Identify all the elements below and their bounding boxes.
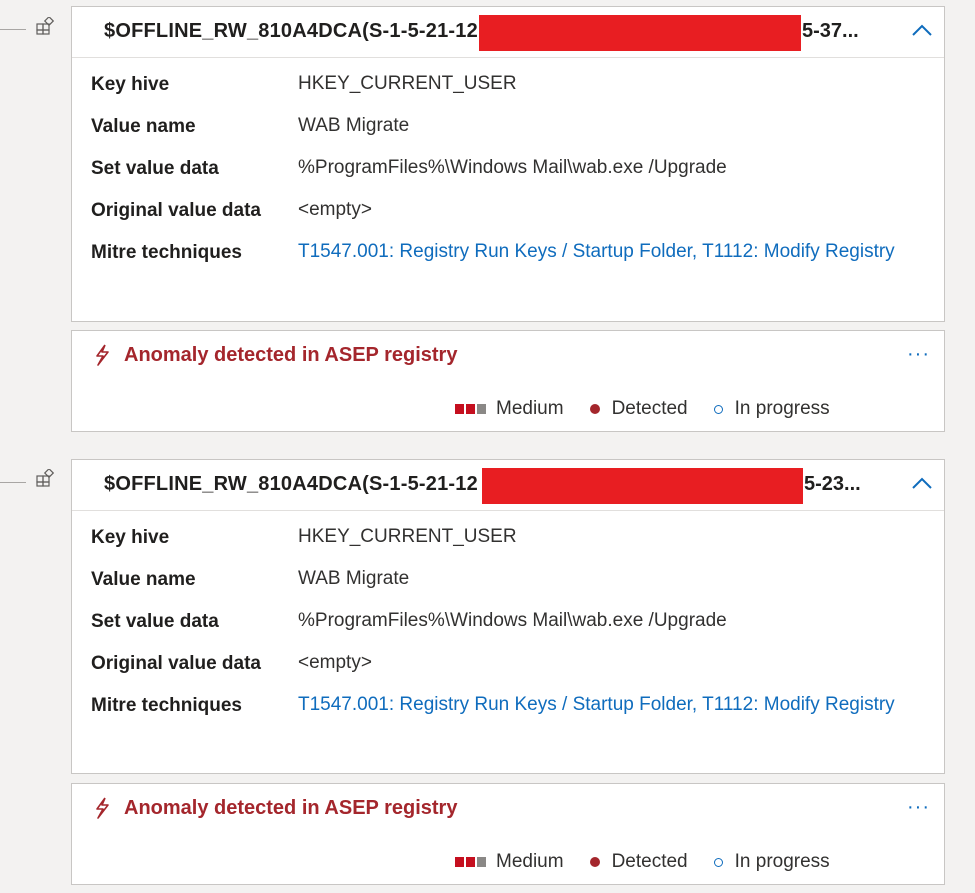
property-row: Set value data %ProgramFiles%\Windows Ma… [72,605,944,647]
property-label: Original value data [91,200,261,221]
property-value: WAB Migrate [298,115,410,136]
property-label: Mitre techniques [91,695,242,716]
property-label: Value name [91,569,196,590]
lightning-icon [96,344,109,366]
card-title: $OFFLINE_RW_810A4DCA(S-1-5-21-12 [104,20,478,42]
property-value: HKEY_CURRENT_USER [298,73,517,94]
card-title-suffix: 5-37... [802,20,859,42]
severity-label: Medium [496,851,564,872]
property-value: %ProgramFiles%\Windows Mail\wab.exe /Upg… [298,610,727,631]
property-row: Key hive HKEY_CURRENT_USER [72,68,944,110]
alert-card[interactable]: Anomaly detected in ASEP registry ··· Me… [71,330,945,432]
alert-status-row: Medium Detected In progress [455,849,830,875]
property-label: Value name [91,116,196,137]
property-label: Key hive [91,74,170,95]
card-header[interactable]: $OFFLINE_RW_810A4DCA(S-1-5-21-12 5-37... [72,7,944,58]
tree-connector [0,482,26,483]
property-value: %ProgramFiles%\Windows Mail\wab.exe /Upg… [298,157,727,178]
mitre-techniques-link[interactable]: T1547.001: Registry Run Keys / Startup F… [298,237,898,267]
property-value: WAB Migrate [298,568,410,589]
in-progress-ring-icon [713,857,723,867]
property-row: Mitre techniques T1547.001: Registry Run… [72,689,944,761]
mitre-techniques-link[interactable]: T1547.001: Registry Run Keys / Startup F… [298,690,898,720]
property-row: Set value data %ProgramFiles%\Windows Ma… [72,152,944,194]
detection-status: Detected [611,851,688,872]
severity-bar [477,857,486,867]
card-header[interactable]: $OFFLINE_RW_810A4DCA(S-1-5-21-12 5-23... [72,460,944,511]
property-row: Value name WAB Migrate [72,110,944,152]
detected-dot-icon [589,404,600,414]
property-row: Original value data <empty> [72,647,944,689]
registry-event-card: $OFFLINE_RW_810A4DCA(S-1-5-21-12 5-37...… [71,6,945,322]
property-value: <empty> [298,199,372,220]
alert-card[interactable]: Anomaly detected in ASEP registry ··· Me… [71,783,945,885]
detection-status: Detected [611,398,688,419]
property-row: Mitre techniques T1547.001: Registry Run… [72,236,944,308]
property-label: Original value data [91,653,261,674]
redaction-block [479,15,801,51]
card-title-suffix: 5-23... [804,473,861,495]
in-progress-ring-icon [713,404,723,414]
property-row: Original value data <empty> [72,194,944,236]
lightning-icon [96,797,109,819]
property-label: Set value data [91,611,219,632]
chevron-up-icon[interactable] [910,19,934,43]
investigation-status: In progress [734,851,830,872]
property-list: Key hive HKEY_CURRENT_USER Value name WA… [72,58,944,308]
detected-dot-icon [589,857,600,867]
chevron-up-icon[interactable] [910,472,934,496]
property-label: Set value data [91,158,219,179]
registry-event-card: $OFFLINE_RW_810A4DCA(S-1-5-21-12 5-23...… [71,459,945,774]
alert-title[interactable]: Anomaly detected in ASEP registry [124,344,457,367]
property-value: HKEY_CURRENT_USER [298,526,517,547]
registry-tree-icon [36,17,54,35]
severity-indicator [455,404,486,414]
property-list: Key hive HKEY_CURRENT_USER Value name WA… [72,511,944,761]
property-label: Key hive [91,527,170,548]
more-icon[interactable]: ··· [907,343,930,366]
tree-connector [0,29,26,30]
severity-bar [466,404,475,414]
alert-status-row: Medium Detected In progress [455,396,830,422]
severity-bar [477,404,486,414]
property-row: Key hive HKEY_CURRENT_USER [72,521,944,563]
redaction-block [482,468,803,504]
severity-indicator [455,857,486,867]
severity-label: Medium [496,398,564,419]
registry-tree-icon [36,469,54,487]
card-title: $OFFLINE_RW_810A4DCA(S-1-5-21-12 [104,473,478,495]
alert-title[interactable]: Anomaly detected in ASEP registry [124,797,457,820]
severity-bar [455,857,464,867]
property-value: <empty> [298,652,372,673]
severity-bar [466,857,475,867]
property-label: Mitre techniques [91,242,242,263]
investigation-status: In progress [734,398,830,419]
severity-bar [455,404,464,414]
property-row: Value name WAB Migrate [72,563,944,605]
more-icon[interactable]: ··· [907,796,930,819]
